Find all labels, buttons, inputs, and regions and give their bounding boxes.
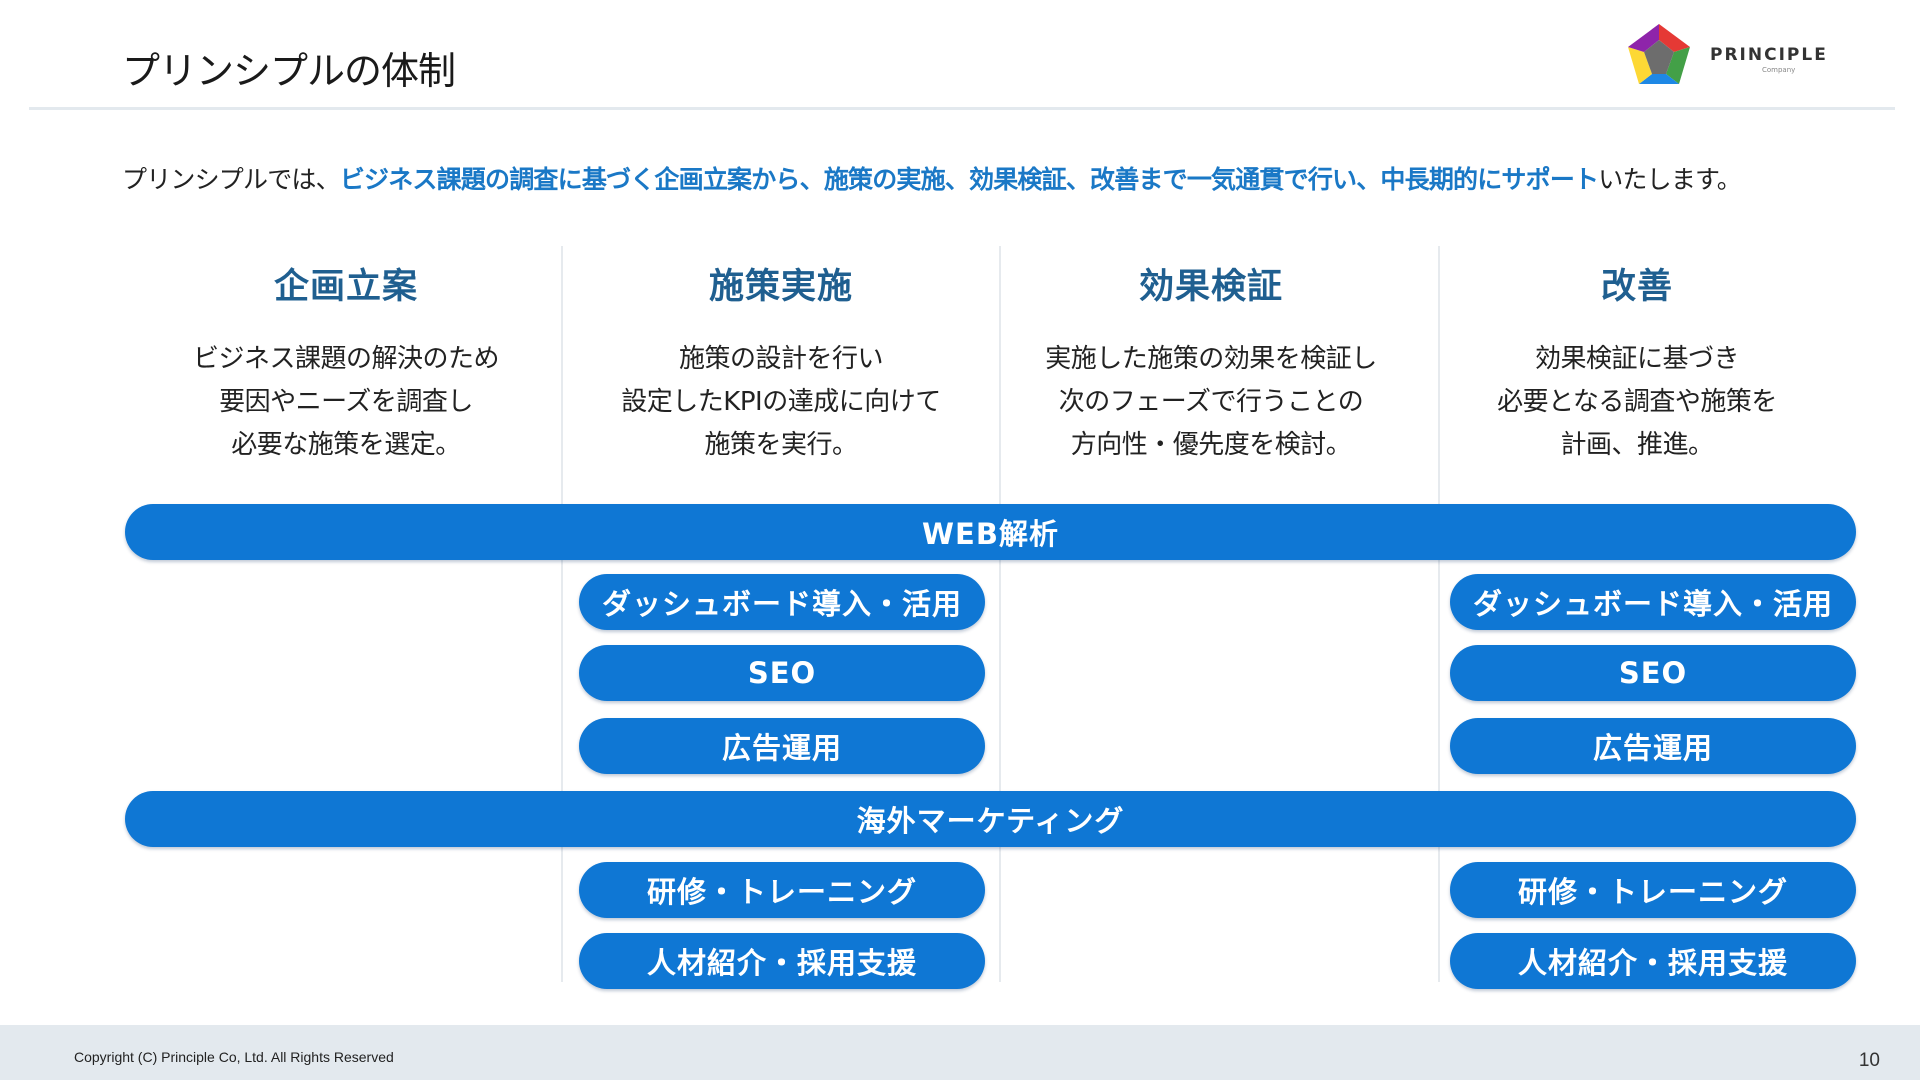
- service-bar-web-analytics: WEB解析: [125, 504, 1856, 560]
- description-line: 次のフェーズで行うことの: [1058, 387, 1364, 417]
- pentagon-logo-icon: [1628, 24, 1690, 84]
- service-pill-recruiting: 人材紹介・採用支援: [579, 933, 985, 989]
- service-pill-ads: 広告運用: [1450, 718, 1856, 774]
- description-line: 施策の設計を行い: [678, 344, 884, 374]
- description-line: 施策を実行。: [704, 430, 858, 460]
- company-logo: PRINCIPLE Company: [1624, 22, 1854, 92]
- column-heading-improvement: 改善: [1600, 267, 1673, 307]
- intro-suffix: いたします。: [1598, 165, 1742, 194]
- column-description-verification: 実施した施策の効果を検証し 次のフェーズで行うことの 方向性・優先度を検討。: [996, 338, 1426, 467]
- description-line: 要因やニーズを調査し: [219, 387, 473, 417]
- intro-prefix: プリンシプルでは、: [122, 165, 341, 194]
- description-line: 必要な施策を選定。: [231, 430, 461, 460]
- page-number: 10: [1858, 1050, 1880, 1071]
- logo-subtitle: Company: [1762, 66, 1796, 74]
- service-pill-seo: SEO: [579, 645, 985, 701]
- column-heading-planning: 企画立案: [273, 267, 418, 307]
- description-line: 必要となる調査や施策を: [1497, 387, 1777, 417]
- service-pill-dashboard: ダッシュボード導入・活用: [579, 574, 985, 630]
- page-title: プリンシプルの体制: [122, 49, 456, 93]
- service-pill-recruiting: 人材紹介・採用支援: [1450, 933, 1856, 989]
- copyright-text: Copyright (C) Principle Co, Ltd. All Rig…: [74, 1049, 394, 1065]
- description-line: 設定したKPIの達成に向けて: [621, 387, 941, 417]
- logo-name: PRINCIPLE: [1710, 45, 1828, 65]
- intro-text: プリンシプルでは、ビジネス課題の調査に基づく企画立案から、施策の実施、効果検証、…: [122, 160, 1882, 196]
- service-pill-training: 研修・トレーニング: [579, 862, 985, 918]
- column-description-execution: 施策の設計を行い 設定したKPIの達成に向けて 施策を実行。: [566, 338, 996, 467]
- service-bar-global-marketing: 海外マーケティング: [125, 791, 1856, 847]
- service-pill-seo: SEO: [1450, 645, 1856, 701]
- column-divider: [561, 246, 563, 982]
- column-description-planning: ビジネス課題の解決のため 要因やニーズを調査し 必要な施策を選定。: [131, 338, 561, 467]
- header-divider: [29, 107, 1895, 110]
- column-heading-execution: 施策実施: [708, 267, 853, 307]
- column-heading-verification: 効果検証: [1138, 267, 1283, 307]
- description-line: 計画、推進。: [1560, 430, 1714, 460]
- service-pill-training: 研修・トレーニング: [1450, 862, 1856, 918]
- description-line: ビジネス課題の解決のため: [192, 344, 500, 374]
- description-line: 方向性・優先度を検討。: [1070, 430, 1352, 460]
- description-line: 実施した施策の効果を検証し: [1045, 344, 1377, 374]
- service-pill-dashboard: ダッシュボード導入・活用: [1450, 574, 1856, 630]
- description-line: 効果検証に基づき: [1534, 344, 1740, 374]
- service-pill-ads: 広告運用: [579, 718, 985, 774]
- column-description-improvement: 効果検証に基づき 必要となる調査や施策を 計画、推進。: [1422, 338, 1852, 467]
- intro-highlight: ビジネス課題の調査に基づく企画立案から、施策の実施、効果検証、改善まで一気通貫で…: [339, 165, 1599, 194]
